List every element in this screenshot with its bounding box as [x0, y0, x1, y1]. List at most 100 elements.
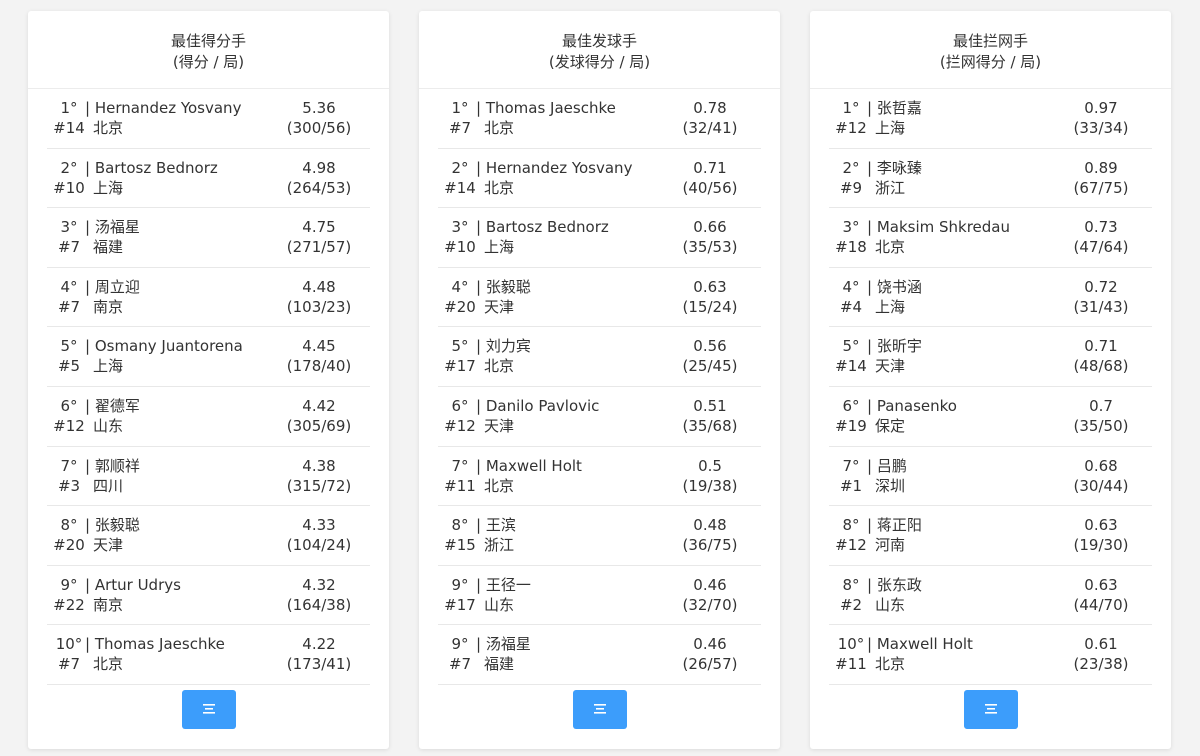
stat-value: 0.46: [693, 635, 727, 654]
jersey-number: #7: [448, 119, 472, 137]
player-row[interactable]: 4° #20 | 张毅聪 天津 0.63 (15/24): [438, 268, 761, 328]
stat-fraction: (19/30): [1073, 536, 1129, 555]
player-row[interactable]: 6° #19 | Panasenko 保定 0.7 (35/50): [829, 387, 1152, 447]
player-row[interactable]: 9° #17 | 王径一 山东 0.46 (32/70): [438, 566, 761, 626]
player-row[interactable]: 6° #12 | Danilo Pavlovic 天津 0.51 (35/68): [438, 387, 761, 447]
player-row[interactable]: 2° #9 | 李咏臻 浙江 0.89 (67/75): [829, 149, 1152, 209]
player-row[interactable]: 5° #5 | Osmany Juantorena 上海 4.45 (178/40): [47, 327, 370, 387]
team-city: 上海: [93, 357, 124, 376]
jersey-number: #5: [57, 357, 81, 376]
stat-fraction: (15/24): [682, 297, 738, 316]
team-city: 北京: [484, 357, 515, 376]
player-row[interactable]: 1° #14 | Hernandez Yosvany 北京 5.36 (300/56): [47, 89, 370, 149]
team-city: 北京: [484, 476, 515, 495]
stat-fraction: (25/45): [682, 357, 738, 376]
stat-value: 0.68: [1084, 456, 1118, 475]
player-row[interactable]: 5° #14 | 张昕宇 天津 0.71 (48/68): [829, 327, 1152, 387]
jersey-number: #12: [835, 536, 867, 555]
jersey-number: #20: [444, 297, 476, 316]
player-row[interactable]: 4° #7 | 周立迎 南京 4.48 (103/23): [47, 268, 370, 328]
more-button[interactable]: [181, 690, 236, 729]
player-row[interactable]: 2° #10 | Bartosz Bednorz 上海 4.98 (264/53): [47, 149, 370, 209]
player-row[interactable]: 7° #1 | 吕鹏 深圳 0.68 (30/44): [829, 447, 1152, 507]
top-servers-card: 最佳发球手 (发球得分 / 局) 1° #7 | Thomas Jaeschke 北京…: [419, 11, 780, 749]
player-name: | 汤福星: [85, 218, 140, 237]
team-city: 南京: [93, 297, 124, 316]
player-row[interactable]: 3° #7 | 汤福星 福建 4.75 (271/57): [47, 208, 370, 268]
player-row[interactable]: 6° #12 | 翟德军 山东 4.42 (305/69): [47, 387, 370, 447]
player-row[interactable]: 7° #3 | 郭顺祥 四川 4.38 (315/72): [47, 447, 370, 507]
player-name: | 蒋正阳: [867, 516, 922, 535]
stat-value: 4.48: [302, 277, 336, 296]
stat-value: 0.46: [693, 575, 727, 594]
jersey-number: #20: [53, 536, 85, 555]
team-city: 浙江: [875, 178, 906, 197]
player-row[interactable]: 3° #18 | Maksim Shkredau 北京 0.73 (47/64): [829, 208, 1152, 268]
card-header: 最佳拦网手 (拦网得分 / 局): [810, 11, 1171, 89]
player-row[interactable]: 3° #10 | Bartosz Bednorz 上海 0.66 (35/53): [438, 208, 761, 268]
player-name: | 张毅聪: [476, 277, 531, 296]
player-name: | Maxwell Holt: [867, 635, 973, 654]
player-name: | 张哲嘉: [867, 99, 922, 117]
player-name: | 张东政: [867, 575, 922, 594]
team-city: 北京: [875, 238, 906, 257]
team-city: 北京: [484, 119, 515, 137]
stat-fraction: (19/38): [682, 476, 738, 495]
stat-fraction: (32/41): [682, 119, 738, 137]
player-row[interactable]: 8° #20 | 张毅聪 天津 4.33 (104/24): [47, 506, 370, 566]
card-subtitle: (拦网得分 / 局): [939, 53, 1042, 71]
player-name: | 王滨: [476, 516, 516, 535]
player-row[interactable]: 8° #12 | 蒋正阳 河南 0.63 (19/30): [829, 506, 1152, 566]
stat-value: 0.89: [1084, 158, 1118, 177]
player-name: | Thomas Jaeschke: [476, 99, 616, 117]
player-row[interactable]: 4° #4 | 饶书涵 上海 0.72 (31/43): [829, 268, 1152, 328]
team-city: 北京: [93, 655, 124, 674]
card-header: 最佳得分手 (得分 / 局): [28, 11, 389, 89]
stat-value: 0.5: [698, 456, 722, 475]
stat-value: 0.51: [693, 396, 727, 415]
jersey-number: #11: [835, 655, 867, 674]
jersey-number: #14: [835, 357, 867, 376]
player-name: | Thomas Jaeschke: [85, 635, 225, 654]
player-name: | 周立迎: [85, 277, 140, 296]
jersey-number: #7: [448, 655, 472, 674]
player-row[interactable]: 5° #17 | 刘力宾 北京 0.56 (25/45): [438, 327, 761, 387]
team-city: 上海: [484, 238, 515, 257]
stat-fraction: (44/70): [1073, 595, 1129, 614]
player-row[interactable]: 8° #2 | 张东政 山东 0.63 (44/70): [829, 566, 1152, 626]
more-button[interactable]: [572, 690, 627, 729]
more-button[interactable]: [963, 690, 1018, 729]
player-name: | 张昕宇: [867, 337, 922, 356]
player-row[interactable]: 10° #7 | Thomas Jaeschke 北京 4.22 (173/41): [47, 625, 370, 685]
player-list: 1° #14 | Hernandez Yosvany 北京 5.36 (300/56) 2°…: [28, 89, 389, 685]
stat-fraction: (35/68): [682, 416, 738, 435]
stat-fraction: (26/57): [682, 655, 738, 674]
player-list: 1° #7 | Thomas Jaeschke 北京 0.78 (32/41) 2° #14 |…: [419, 89, 780, 685]
stat-fraction: (164/38): [286, 595, 352, 614]
player-row[interactable]: 7° #11 | Maxwell Holt 北京 0.5 (19/38): [438, 447, 761, 507]
team-city: 南京: [93, 595, 124, 614]
player-name: | Panasenko: [867, 396, 957, 415]
player-row[interactable]: 10° #11 | Maxwell Holt 北京 0.61 (23/38): [829, 625, 1152, 685]
player-row[interactable]: 9° #22 | Artur Udrys 南京 4.32 (164/38): [47, 566, 370, 626]
stat-value: 0.61: [1084, 635, 1118, 654]
jersey-number: #7: [57, 297, 81, 316]
stat-value: 4.32: [302, 575, 336, 594]
player-row[interactable]: 9° #7 | 汤福星 福建 0.46 (26/57): [438, 625, 761, 685]
jersey-number: #17: [444, 595, 476, 614]
player-row[interactable]: 1° #12 | 张哲嘉 上海 0.97 (33/34): [829, 89, 1152, 149]
team-city: 福建: [484, 655, 515, 674]
stat-fraction: (315/72): [286, 476, 352, 495]
player-row[interactable]: 1° #7 | Thomas Jaeschke 北京 0.78 (32/41): [438, 89, 761, 149]
stat-fraction: (35/50): [1073, 416, 1129, 435]
stat-fraction: (40/56): [682, 178, 738, 197]
stat-value: 4.45: [302, 337, 336, 356]
stat-value: 0.73: [1084, 218, 1118, 237]
stat-value: 4.42: [302, 396, 336, 415]
player-row[interactable]: 2° #14 | Hernandez Yosvany 北京 0.71 (40/56): [438, 149, 761, 209]
player-list: 1° #12 | 张哲嘉 上海 0.97 (33/34) 2° #9 | 李咏臻 浙江 0.89 (6…: [810, 89, 1171, 685]
jersey-number: #17: [444, 357, 476, 376]
stat-value: 4.38: [302, 456, 336, 475]
player-row[interactable]: 8° #15 | 王滨 浙江 0.48 (36/75): [438, 506, 761, 566]
player-name: | Bartosz Bednorz: [85, 158, 218, 177]
